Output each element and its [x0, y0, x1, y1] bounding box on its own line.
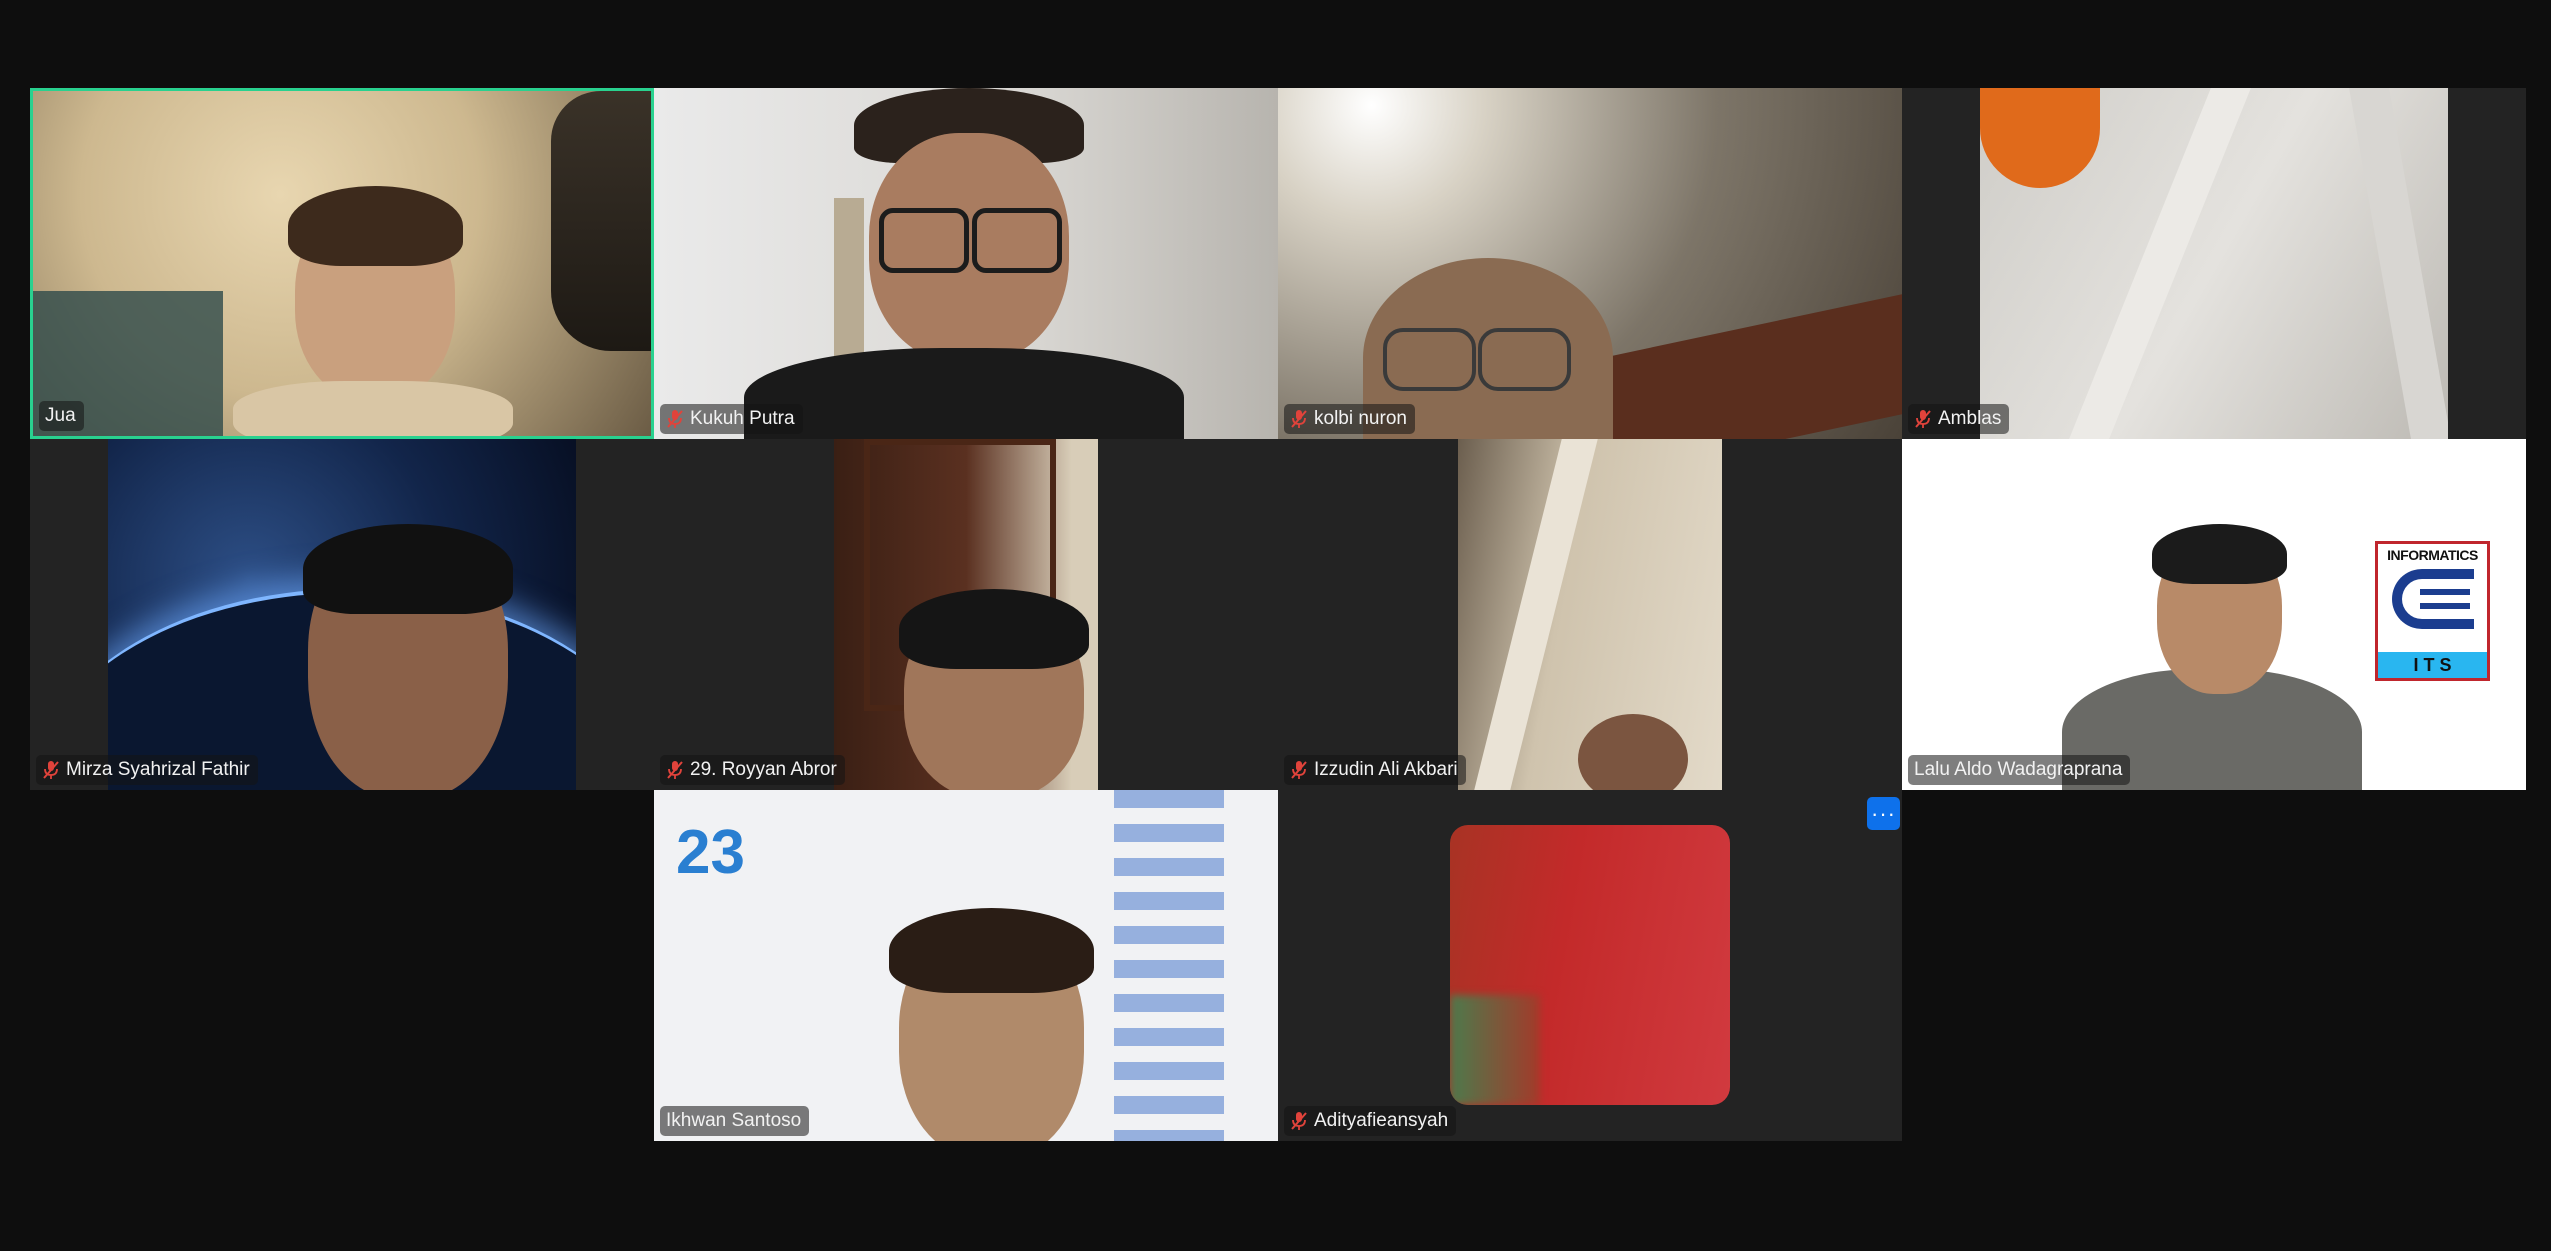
participant-name: kolbi nuron	[1314, 408, 1407, 429]
background-pattern	[1114, 790, 1224, 1141]
participant-nameplate: Amblas	[1908, 404, 2010, 434]
video-feed	[1450, 825, 1730, 1105]
participant-name: 29. Royyan Abror	[690, 759, 837, 780]
participant-name: Amblas	[1938, 408, 2002, 429]
more-options-button[interactable]: ···	[1867, 797, 1900, 830]
participant-tile-royyan-abror[interactable]: 29. Royyan Abror	[654, 439, 1278, 790]
video-feed: INFORMATICS I T S	[1902, 439, 2526, 790]
participant-name: Kukuh Putra	[690, 408, 795, 429]
video-feed	[1980, 88, 2448, 439]
video-feed	[1278, 88, 1902, 439]
participant-tile-lalu-aldo-wadagraprana[interactable]: INFORMATICS I T S Lalu Aldo Wadagraprana	[1902, 439, 2526, 790]
mic-muted-icon	[666, 409, 684, 429]
participant-tile-ikhwan-santoso[interactable]: 23 Ikhwan Santoso	[654, 790, 1278, 1141]
video-feed	[33, 91, 651, 436]
informatics-its-logo: INFORMATICS I T S	[2375, 541, 2490, 681]
participant-nameplate: 29. Royyan Abror	[660, 755, 845, 785]
participant-tile-amblas[interactable]: Amblas	[1902, 88, 2526, 439]
mic-muted-icon	[1290, 1111, 1308, 1131]
participant-nameplate: Mirza Syahrizal Fathir	[36, 755, 258, 785]
mic-muted-icon	[1290, 760, 1308, 780]
video-feed: 23	[654, 790, 1278, 1141]
participant-nameplate: Adityafieansyah	[1284, 1106, 1457, 1136]
participant-tile-izzudin-ali-akbari[interactable]: Izzudin Ali Akbari	[1278, 439, 1902, 790]
video-feed	[834, 439, 1098, 790]
mic-muted-icon	[1290, 409, 1308, 429]
mic-muted-icon	[42, 760, 60, 780]
participant-nameplate: kolbi nuron	[1284, 404, 1415, 434]
participant-nameplate: Ikhwan Santoso	[660, 1106, 810, 1136]
video-feed	[654, 88, 1278, 439]
participant-tile-jua[interactable]: Jua	[30, 88, 654, 439]
participant-name: Ikhwan Santoso	[666, 1110, 802, 1131]
participant-name: Izzudin Ali Akbari	[1314, 759, 1458, 780]
participant-tile-kukuh-putra[interactable]: Kukuh Putra	[654, 88, 1278, 439]
participant-name: Jua	[45, 405, 76, 426]
participant-nameplate: Jua	[39, 401, 84, 431]
logo-top-text: INFORMATICS	[2387, 547, 2478, 563]
video-feed	[1458, 439, 1722, 790]
participant-tile-adityafieansyah[interactable]: Adityafieansyah	[1278, 790, 1902, 1141]
participant-nameplate: Kukuh Putra	[660, 404, 803, 434]
participant-tile-kolbi-nuron[interactable]: kolbi nuron	[1278, 88, 1902, 439]
logo-emblem	[2391, 569, 2474, 629]
participant-nameplate: Lalu Aldo Wadagraprana	[1908, 755, 2131, 785]
participant-name: Mirza Syahrizal Fathir	[66, 759, 250, 780]
participant-tile-mirza-syahrizal-fathir[interactable]: Mirza Syahrizal Fathir	[30, 439, 654, 790]
mic-muted-icon	[1914, 409, 1932, 429]
participant-nameplate: Izzudin Ali Akbari	[1284, 755, 1466, 785]
participant-name: Lalu Aldo Wadagraprana	[1914, 759, 2123, 780]
participant-name: Adityafieansyah	[1314, 1110, 1449, 1131]
background-logo: 23	[676, 818, 745, 887]
video-feed	[108, 439, 576, 790]
logo-bottom-text: I T S	[2378, 652, 2487, 678]
mic-muted-icon	[666, 760, 684, 780]
